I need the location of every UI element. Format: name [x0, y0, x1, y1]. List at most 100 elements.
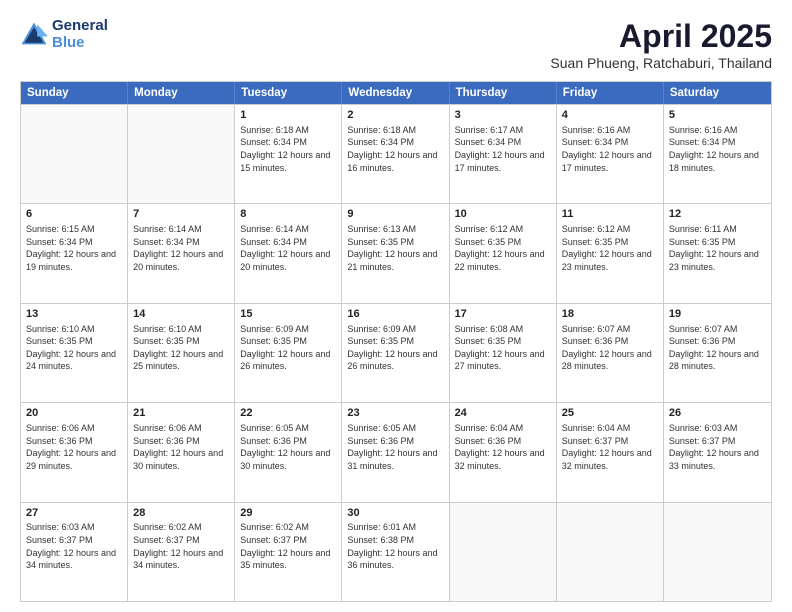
subtitle: Suan Phueng, Ratchaburi, Thailand	[550, 55, 772, 71]
day-number: 2	[347, 108, 443, 123]
day-cell-14: 14Sunrise: 6:10 AM Sunset: 6:35 PM Dayli…	[128, 304, 235, 402]
day-header-monday: Monday	[128, 82, 235, 104]
day-info: Sunrise: 6:18 AM Sunset: 6:34 PM Dayligh…	[347, 124, 443, 174]
day-header-wednesday: Wednesday	[342, 82, 449, 104]
day-info: Sunrise: 6:16 AM Sunset: 6:34 PM Dayligh…	[562, 124, 658, 174]
empty-cell	[664, 503, 771, 601]
calendar-body: 1Sunrise: 6:18 AM Sunset: 6:34 PM Daylig…	[21, 104, 771, 601]
day-info: Sunrise: 6:18 AM Sunset: 6:34 PM Dayligh…	[240, 124, 336, 174]
calendar-week-1: 1Sunrise: 6:18 AM Sunset: 6:34 PM Daylig…	[21, 104, 771, 203]
day-cell-28: 28Sunrise: 6:02 AM Sunset: 6:37 PM Dayli…	[128, 503, 235, 601]
day-number: 22	[240, 406, 336, 421]
day-number: 27	[26, 506, 122, 521]
main-title: April 2025	[550, 18, 772, 55]
page: General Blue April 2025 Suan Phueng, Rat…	[0, 0, 792, 612]
day-number: 10	[455, 207, 551, 222]
day-cell-29: 29Sunrise: 6:02 AM Sunset: 6:37 PM Dayli…	[235, 503, 342, 601]
logo-blue-text: Blue	[52, 35, 108, 52]
day-number: 30	[347, 506, 443, 521]
day-number: 19	[669, 307, 766, 322]
calendar-week-4: 20Sunrise: 6:06 AM Sunset: 6:36 PM Dayli…	[21, 402, 771, 501]
day-number: 16	[347, 307, 443, 322]
day-info: Sunrise: 6:10 AM Sunset: 6:35 PM Dayligh…	[133, 323, 229, 373]
day-info: Sunrise: 6:10 AM Sunset: 6:35 PM Dayligh…	[26, 323, 122, 373]
empty-cell	[557, 503, 664, 601]
logo: General Blue	[20, 18, 108, 51]
day-info: Sunrise: 6:02 AM Sunset: 6:37 PM Dayligh…	[240, 521, 336, 571]
day-cell-27: 27Sunrise: 6:03 AM Sunset: 6:37 PM Dayli…	[21, 503, 128, 601]
day-info: Sunrise: 6:01 AM Sunset: 6:38 PM Dayligh…	[347, 521, 443, 571]
day-cell-26: 26Sunrise: 6:03 AM Sunset: 6:37 PM Dayli…	[664, 403, 771, 501]
day-number: 17	[455, 307, 551, 322]
day-info: Sunrise: 6:05 AM Sunset: 6:36 PM Dayligh…	[240, 422, 336, 472]
calendar-week-5: 27Sunrise: 6:03 AM Sunset: 6:37 PM Dayli…	[21, 502, 771, 601]
logo-text: General Blue	[52, 18, 108, 51]
day-cell-4: 4Sunrise: 6:16 AM Sunset: 6:34 PM Daylig…	[557, 105, 664, 203]
day-cell-1: 1Sunrise: 6:18 AM Sunset: 6:34 PM Daylig…	[235, 105, 342, 203]
title-block: April 2025 Suan Phueng, Ratchaburi, Thai…	[550, 18, 772, 71]
day-info: Sunrise: 6:06 AM Sunset: 6:36 PM Dayligh…	[133, 422, 229, 472]
day-info: Sunrise: 6:16 AM Sunset: 6:34 PM Dayligh…	[669, 124, 766, 174]
day-info: Sunrise: 6:12 AM Sunset: 6:35 PM Dayligh…	[455, 223, 551, 273]
day-info: Sunrise: 6:17 AM Sunset: 6:34 PM Dayligh…	[455, 124, 551, 174]
day-number: 15	[240, 307, 336, 322]
day-cell-12: 12Sunrise: 6:11 AM Sunset: 6:35 PM Dayli…	[664, 204, 771, 302]
day-number: 26	[669, 406, 766, 421]
day-header-tuesday: Tuesday	[235, 82, 342, 104]
day-cell-18: 18Sunrise: 6:07 AM Sunset: 6:36 PM Dayli…	[557, 304, 664, 402]
day-cell-11: 11Sunrise: 6:12 AM Sunset: 6:35 PM Dayli…	[557, 204, 664, 302]
empty-cell	[450, 503, 557, 601]
day-info: Sunrise: 6:06 AM Sunset: 6:36 PM Dayligh…	[26, 422, 122, 472]
day-info: Sunrise: 6:07 AM Sunset: 6:36 PM Dayligh…	[669, 323, 766, 373]
day-number: 23	[347, 406, 443, 421]
day-info: Sunrise: 6:09 AM Sunset: 6:35 PM Dayligh…	[347, 323, 443, 373]
day-cell-19: 19Sunrise: 6:07 AM Sunset: 6:36 PM Dayli…	[664, 304, 771, 402]
day-header-saturday: Saturday	[664, 82, 771, 104]
calendar: SundayMondayTuesdayWednesdayThursdayFrid…	[20, 81, 772, 602]
day-cell-5: 5Sunrise: 6:16 AM Sunset: 6:34 PM Daylig…	[664, 105, 771, 203]
day-number: 7	[133, 207, 229, 222]
day-info: Sunrise: 6:14 AM Sunset: 6:34 PM Dayligh…	[133, 223, 229, 273]
day-info: Sunrise: 6:05 AM Sunset: 6:36 PM Dayligh…	[347, 422, 443, 472]
calendar-header: SundayMondayTuesdayWednesdayThursdayFrid…	[21, 82, 771, 104]
day-info: Sunrise: 6:11 AM Sunset: 6:35 PM Dayligh…	[669, 223, 766, 273]
empty-cell	[128, 105, 235, 203]
day-info: Sunrise: 6:03 AM Sunset: 6:37 PM Dayligh…	[669, 422, 766, 472]
day-number: 6	[26, 207, 122, 222]
day-info: Sunrise: 6:09 AM Sunset: 6:35 PM Dayligh…	[240, 323, 336, 373]
day-cell-16: 16Sunrise: 6:09 AM Sunset: 6:35 PM Dayli…	[342, 304, 449, 402]
header: General Blue April 2025 Suan Phueng, Rat…	[20, 18, 772, 71]
logo-icon	[20, 21, 48, 49]
day-cell-6: 6Sunrise: 6:15 AM Sunset: 6:34 PM Daylig…	[21, 204, 128, 302]
day-cell-8: 8Sunrise: 6:14 AM Sunset: 6:34 PM Daylig…	[235, 204, 342, 302]
day-cell-17: 17Sunrise: 6:08 AM Sunset: 6:35 PM Dayli…	[450, 304, 557, 402]
day-number: 28	[133, 506, 229, 521]
day-info: Sunrise: 6:03 AM Sunset: 6:37 PM Dayligh…	[26, 521, 122, 571]
day-info: Sunrise: 6:12 AM Sunset: 6:35 PM Dayligh…	[562, 223, 658, 273]
day-cell-23: 23Sunrise: 6:05 AM Sunset: 6:36 PM Dayli…	[342, 403, 449, 501]
day-number: 8	[240, 207, 336, 222]
day-number: 24	[455, 406, 551, 421]
day-number: 29	[240, 506, 336, 521]
day-number: 4	[562, 108, 658, 123]
day-cell-21: 21Sunrise: 6:06 AM Sunset: 6:36 PM Dayli…	[128, 403, 235, 501]
day-header-sunday: Sunday	[21, 82, 128, 104]
day-cell-25: 25Sunrise: 6:04 AM Sunset: 6:37 PM Dayli…	[557, 403, 664, 501]
day-number: 5	[669, 108, 766, 123]
day-info: Sunrise: 6:04 AM Sunset: 6:37 PM Dayligh…	[562, 422, 658, 472]
day-number: 13	[26, 307, 122, 322]
day-info: Sunrise: 6:08 AM Sunset: 6:35 PM Dayligh…	[455, 323, 551, 373]
day-header-thursday: Thursday	[450, 82, 557, 104]
day-header-friday: Friday	[557, 82, 664, 104]
calendar-week-2: 6Sunrise: 6:15 AM Sunset: 6:34 PM Daylig…	[21, 203, 771, 302]
day-cell-15: 15Sunrise: 6:09 AM Sunset: 6:35 PM Dayli…	[235, 304, 342, 402]
day-number: 14	[133, 307, 229, 322]
calendar-week-3: 13Sunrise: 6:10 AM Sunset: 6:35 PM Dayli…	[21, 303, 771, 402]
logo-general-text: General	[52, 18, 108, 35]
day-number: 21	[133, 406, 229, 421]
day-number: 9	[347, 207, 443, 222]
day-info: Sunrise: 6:15 AM Sunset: 6:34 PM Dayligh…	[26, 223, 122, 273]
day-info: Sunrise: 6:14 AM Sunset: 6:34 PM Dayligh…	[240, 223, 336, 273]
empty-cell	[21, 105, 128, 203]
day-info: Sunrise: 6:07 AM Sunset: 6:36 PM Dayligh…	[562, 323, 658, 373]
